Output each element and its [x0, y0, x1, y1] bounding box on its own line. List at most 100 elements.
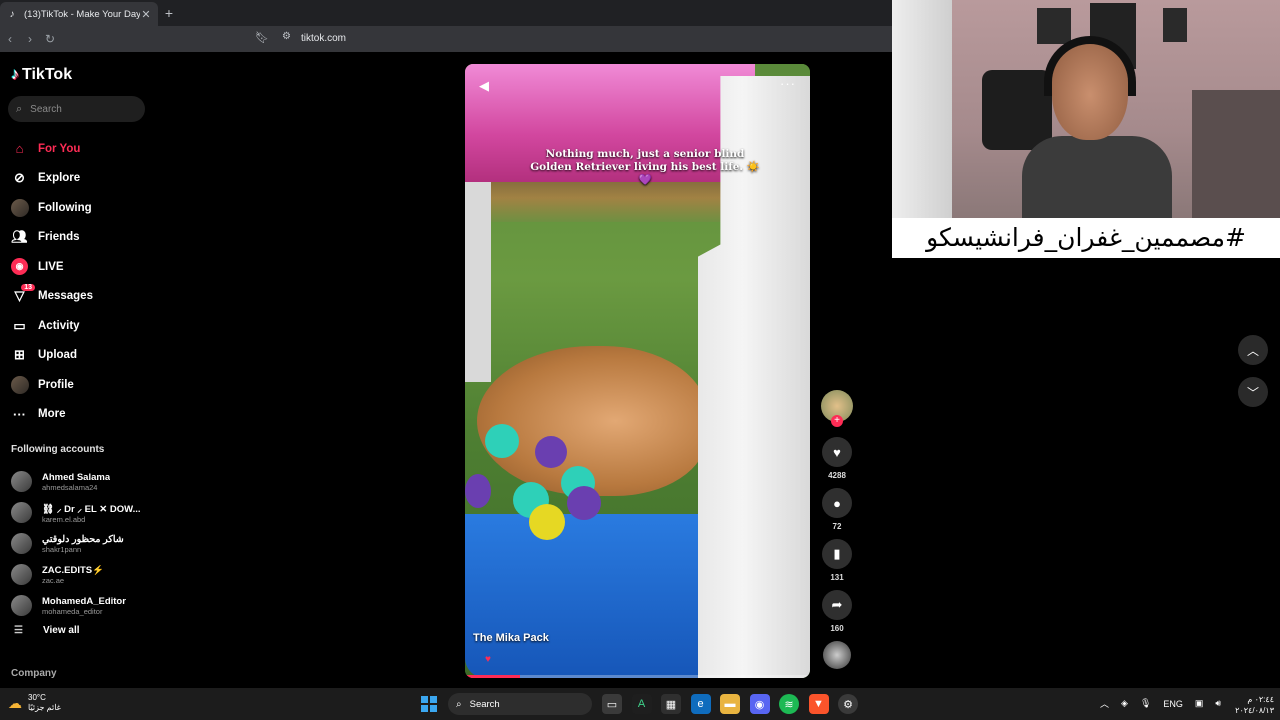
- start-button[interactable]: [421, 696, 437, 712]
- volume-icon[interactable]: 🔊︎: [1215, 698, 1221, 709]
- nav-upload[interactable]: ⊞ Upload: [10, 341, 93, 371]
- task-view-icon[interactable]: ▭: [602, 694, 622, 714]
- company-link[interactable]: Company: [11, 668, 57, 679]
- webcam-person-body: [1022, 136, 1172, 218]
- discord-icon[interactable]: ◉: [749, 694, 770, 714]
- share-button[interactable]: ➦: [822, 590, 852, 620]
- account-handle: ahmedsalama24: [42, 482, 98, 492]
- account-item[interactable]: شاكر محظور دلوقتي shakr1pann: [11, 528, 141, 559]
- nav-label: Explore: [38, 172, 81, 185]
- brave-icon[interactable]: ▼: [808, 694, 829, 714]
- account-item[interactable]: Ahmed Salama ahmedsalama24: [11, 466, 141, 497]
- nav-friends[interactable]: 👥︎ Friends: [10, 223, 93, 253]
- video-ball: [485, 424, 519, 458]
- video-ball: [465, 474, 491, 508]
- tab-close-icon[interactable]: ✕: [140, 8, 152, 21]
- account-name: Ahmed Salama: [42, 471, 111, 483]
- nav-for-you[interactable]: ⌂ For You: [10, 134, 93, 164]
- display-icon[interactable]: ▣: [1195, 698, 1204, 709]
- creator-avatar[interactable]: +: [821, 390, 853, 427]
- taskbar-search[interactable]: ⌕ Search: [448, 693, 592, 715]
- clock[interactable]: ٠٢:٤٤ م ٢٠٢٤/٠٨/١٣: [1226, 694, 1274, 716]
- site-info-icon[interactable]: ⚙︎: [282, 31, 291, 42]
- windows-taskbar: ☁ 30°C غائم جزئيًا ⌕ Search ▭ A ▦ e ▬ ◉ …: [0, 688, 1280, 720]
- nav-messages[interactable]: ▽ 13 Messages: [10, 282, 93, 312]
- profile-avatar-icon: [10, 375, 29, 394]
- account-item[interactable]: ⛓ ⸝ Dr ⸝ EL ✕ DOW... karem.el.abd: [11, 497, 141, 528]
- avatar: [11, 502, 32, 523]
- account-name: MohamedA_Editor: [42, 595, 126, 607]
- tiktok-logo[interactable]: ♪ TikTok: [11, 66, 72, 84]
- browser-toolbar: ‹ › ↻ 🔖︎ ⚙︎ tiktok.com: [0, 26, 892, 52]
- back-icon[interactable]: ‹: [0, 32, 20, 46]
- new-tab-button[interactable]: +: [158, 5, 180, 21]
- comment-icon: ●: [833, 495, 841, 511]
- headphones-icon: [1044, 36, 1136, 96]
- volume-icon[interactable]: ◀︎: [479, 78, 489, 94]
- comment-count: 72: [832, 522, 842, 531]
- microphone-icon[interactable]: 🎙︎: [1140, 698, 1151, 709]
- account-name: ZAC.EDITS⚡: [42, 564, 104, 576]
- tab-title: (13)TikTok - Make Your Day: [24, 8, 140, 20]
- heart-icon: ♥: [833, 444, 841, 460]
- account-handle: zac.ae: [42, 575, 65, 585]
- like-count: 4288: [828, 471, 846, 480]
- chevron-up-icon[interactable]: ︿: [1100, 697, 1109, 710]
- nav-label: Messages: [38, 290, 93, 303]
- music-disc-icon[interactable]: [823, 641, 851, 669]
- file-explorer-icon[interactable]: ▬: [720, 694, 740, 714]
- forward-icon[interactable]: ›: [20, 32, 40, 46]
- search-input[interactable]: ⌕ Search: [8, 96, 145, 122]
- overlay-hashtag: #مصممين_غفران_فرانشيسكو: [892, 218, 1280, 258]
- sidebar: ♪ TikTok ⌕ Search ⌂ For You ⊘ Explore Fo…: [0, 52, 155, 688]
- weather-widget[interactable]: ☁ 30°C غائم جزئيًا: [8, 693, 61, 713]
- next-video-button[interactable]: ﹀: [1238, 377, 1268, 407]
- live-icon: ◉: [10, 257, 29, 276]
- save-count: 131: [830, 573, 844, 582]
- more-icon: ···: [13, 406, 26, 422]
- home-icon: ⌂: [15, 141, 24, 157]
- settings-gear-icon[interactable]: ⚙: [838, 694, 858, 714]
- main-nav: ⌂ For You ⊘ Explore Following 👥︎ Friends…: [10, 134, 93, 429]
- address-bar[interactable]: tiktok.com: [301, 33, 346, 44]
- nav-label: Following: [38, 201, 92, 214]
- previous-video-button[interactable]: ︿: [1238, 335, 1268, 365]
- webcam-shelf: [1192, 90, 1280, 218]
- browser-tab[interactable]: ♪ (13)TikTok - Make Your Day ✕: [0, 2, 158, 26]
- spotify-icon[interactable]: ≋: [779, 694, 799, 714]
- terminal-app-icon[interactable]: A: [631, 694, 652, 714]
- reload-icon[interactable]: ↻: [40, 32, 60, 46]
- video-progress-track[interactable]: [465, 675, 810, 678]
- following-accounts-list: Ahmed Salama ahmedsalama24 ⛓ ⸝ Dr ⸝ EL ✕ …: [11, 466, 141, 621]
- nav-live[interactable]: ◉ LIVE: [10, 252, 93, 282]
- nav-activity[interactable]: ▭ Activity: [10, 311, 93, 341]
- nav-label: Activity: [38, 319, 80, 332]
- video-player[interactable]: ◀︎ ··· Nothing much, just a senior blind…: [465, 64, 810, 678]
- comment-button[interactable]: ●: [822, 488, 852, 518]
- bookmark-icon[interactable]: 🔖︎: [255, 31, 269, 45]
- nav-explore[interactable]: ⊘ Explore: [10, 164, 93, 194]
- follow-plus-icon[interactable]: +: [831, 415, 843, 427]
- tiktok-favicon-icon: ♪: [9, 8, 15, 20]
- video-author[interactable]: The Mika Pack: [473, 632, 549, 644]
- video-more-icon[interactable]: ···: [780, 76, 796, 91]
- account-item[interactable]: ZAC.EDITS⚡ zac.ae: [11, 559, 141, 590]
- video-background-trees: [491, 182, 731, 222]
- logo-text: TikTok: [22, 66, 73, 83]
- like-button[interactable]: ♥: [822, 437, 852, 467]
- account-item[interactable]: MohamedA_Editor mohameda_editor: [11, 590, 141, 621]
- store-icon[interactable]: ▦: [661, 694, 681, 714]
- vpn-icon[interactable]: ◈: [1121, 698, 1128, 709]
- search-placeholder: Search: [30, 103, 62, 115]
- nav-profile[interactable]: Profile: [10, 370, 93, 400]
- nav-more[interactable]: ··· More: [10, 400, 93, 430]
- edge-icon[interactable]: e: [690, 694, 711, 714]
- view-all-button[interactable]: ☰ View all: [14, 625, 80, 636]
- save-button[interactable]: ▮: [822, 539, 852, 569]
- language-indicator[interactable]: ENG: [1163, 699, 1183, 709]
- browser-tabbar: ♪ (13)TikTok - Make Your Day ✕ +: [0, 0, 892, 26]
- nav-label: Friends: [38, 231, 80, 244]
- nav-following[interactable]: Following: [10, 193, 93, 223]
- nav-label: Profile: [38, 378, 74, 391]
- search-icon: ⌕: [456, 698, 462, 710]
